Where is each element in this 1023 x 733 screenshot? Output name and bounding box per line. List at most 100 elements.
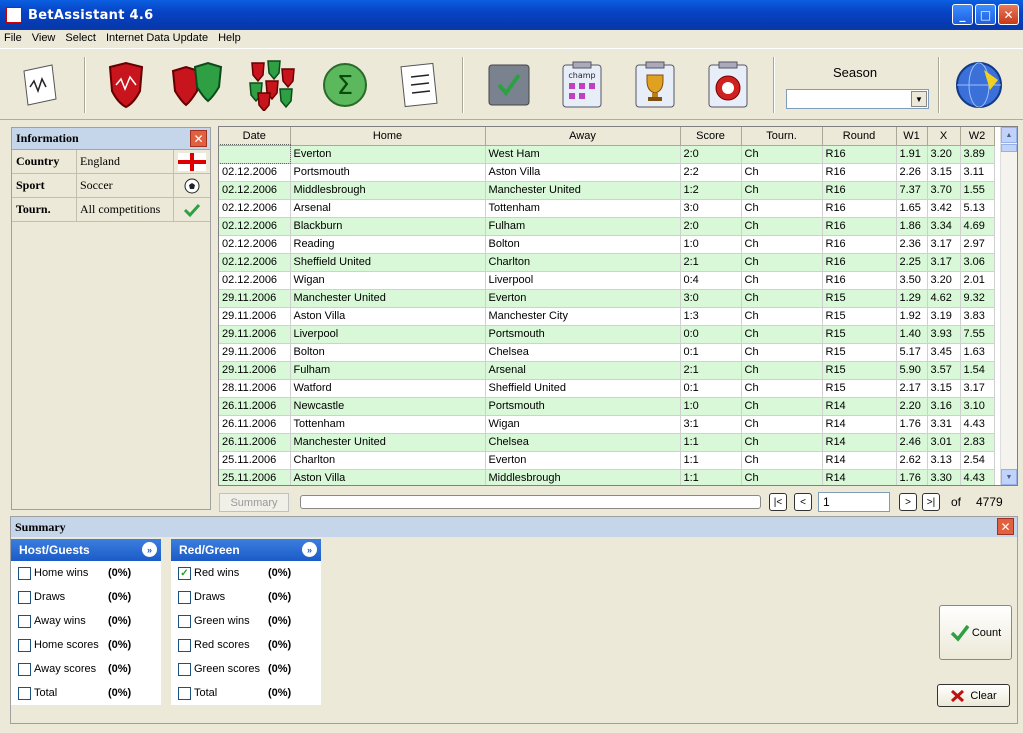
table-row[interactable]: 26.11.2006 Tottenham Wigan 3:1 Ch R14 1.76 3.31… — [219, 415, 995, 434]
checkbox[interactable] — [178, 590, 191, 604]
red-shield-icon[interactable] — [99, 57, 153, 113]
checkbox-row[interactable]: Green scores (0%) — [171, 657, 321, 681]
table-row[interactable]: 26.11.2006 Manchester United Chelsea 1:1 Ch R… — [219, 433, 995, 452]
column-header-home[interactable]: Home — [290, 127, 486, 146]
table-row[interactable]: 29.11.2006 Liverpool Portsmouth 0:0 Ch R15 1.4… — [219, 325, 995, 344]
checkbox[interactable] — [18, 662, 31, 676]
column-header-w2[interactable]: W2 — [960, 127, 995, 146]
close-button[interactable]: ✕ — [998, 4, 1019, 25]
multi-shields-icon[interactable] — [245, 57, 299, 113]
chart-sheet-icon[interactable] — [12, 57, 66, 113]
checkbox-row[interactable]: Total (0%) — [171, 681, 321, 705]
checkbox-row[interactable]: Away wins (0%) — [11, 609, 161, 633]
scroll-thumb[interactable] — [1001, 144, 1017, 152]
table-cell-tourn: Ch — [741, 307, 823, 326]
checkbox-row[interactable]: Home wins (0%) — [11, 561, 161, 585]
table-cell-x: 3.19 — [927, 307, 961, 326]
globe-icon[interactable] — [952, 57, 1006, 113]
last-page-button[interactable]: >| — [922, 493, 940, 511]
table-row[interactable]: 26.11.2006 Newcastle Portsmouth 1:0 Ch R14 2.2… — [219, 397, 995, 416]
table-row[interactable]: 29.11.2006 Fulham Arsenal 2:1 Ch R15 5.90 3.57 1… — [219, 361, 995, 380]
uefa-icon[interactable] — [701, 57, 755, 113]
scroll-up-icon[interactable]: ▲ — [1001, 127, 1017, 143]
scroll-down-icon[interactable]: ▼ — [1001, 469, 1017, 485]
close-icon[interactable]: ✕ — [190, 130, 207, 147]
table-row[interactable]: 02.12.2006 Arsenal Tottenham 3:0 Ch R16 1.65 3.… — [219, 199, 995, 218]
menu-internet-data-update[interactable]: Internet Data Update — [106, 32, 208, 44]
expand-icon[interactable]: » — [302, 542, 317, 557]
championship-icon[interactable]: champ — [555, 57, 609, 113]
table-row[interactable]: 02.12.2006 Portsmouth Aston Villa 2:2 Ch R16 2… — [219, 163, 995, 182]
table-row[interactable]: 02.12.2006 Middlesbrough Manchester United… — [219, 181, 995, 200]
info-row-sport[interactable]: Sport Soccer — [12, 174, 210, 198]
prev-page-button[interactable]: < — [794, 493, 812, 511]
table-cell-date: 29.11.2006 — [219, 289, 291, 308]
season-dropdown[interactable]: ▼ — [786, 89, 929, 109]
table-row[interactable]: 29.11.2006 Manchester United Everton 3:0 Ch R… — [219, 289, 995, 308]
checkbox[interactable] — [18, 590, 31, 604]
checkbox-row[interactable]: Home scores (0%) — [11, 633, 161, 657]
column-header-tourn[interactable]: Tourn. — [741, 127, 823, 146]
table-cell-away: Tottenham — [485, 199, 681, 218]
column-header-w1[interactable]: W1 — [896, 127, 928, 146]
column-header-x[interactable]: X — [927, 127, 961, 146]
close-icon[interactable]: ✕ — [997, 518, 1014, 535]
vertical-scrollbar[interactable]: ▲ ▼ — [1000, 127, 1017, 485]
checkbox[interactable] — [18, 614, 31, 628]
table-cell-date: 26.11.2006 — [219, 433, 291, 452]
table-row[interactable]: 02.12.2006 Sheffield United Charlton 2:1 Ch R… — [219, 253, 995, 272]
checkbox-row[interactable]: Draws (0%) — [171, 585, 321, 609]
next-page-button[interactable]: > — [899, 493, 917, 511]
chevron-down-icon[interactable]: ▼ — [911, 91, 927, 107]
column-header-score[interactable]: Score — [680, 127, 742, 146]
checkbox-row[interactable]: Green wins (0%) — [171, 609, 321, 633]
checkbox[interactable] — [178, 614, 191, 628]
checkbox[interactable] — [18, 686, 31, 700]
table-row[interactable]: 29.11.2006 Aston Villa Manchester City 1:3 C… — [219, 307, 995, 326]
sigma-icon[interactable]: Σ — [318, 57, 372, 113]
red-green-shields-icon[interactable] — [170, 57, 224, 113]
count-button[interactable]: Count — [939, 605, 1012, 660]
checkbox-row[interactable]: Red scores (0%) — [171, 633, 321, 657]
checkbox-row[interactable]: Total (0%) — [11, 681, 161, 705]
checkmark-icon[interactable] — [482, 57, 536, 113]
numbered-list-icon[interactable] — [392, 57, 446, 113]
column-header-round[interactable]: Round — [822, 127, 897, 146]
checkbox[interactable] — [178, 662, 191, 676]
page-input[interactable]: 1 — [818, 492, 890, 512]
checkbox-row[interactable]: ✓ Red wins (0%) — [171, 561, 321, 585]
expand-icon[interactable]: » — [142, 542, 157, 557]
menu-help[interactable]: Help — [218, 32, 241, 44]
checkbox-row[interactable]: Away scores (0%) — [11, 657, 161, 681]
table-cell-w2: 5.13 — [960, 199, 995, 218]
menu-select[interactable]: Select — [65, 32, 96, 44]
minimize-button[interactable]: _ — [952, 4, 973, 25]
menu-view[interactable]: View — [32, 32, 56, 44]
table-row[interactable]: 28.11.2006 Watford Sheffield United 0:1 Ch R1… — [219, 379, 995, 398]
table-row[interactable]: 02.12.2006 Wigan Liverpool 0:4 Ch R16 3.50 3.20… — [219, 271, 995, 290]
table-row[interactable]: Everton West Ham 2:0 Ch R16 1.91 3.20 3.89 — [219, 144, 995, 164]
checkbox[interactable] — [178, 686, 191, 700]
table-row[interactable]: 25.11.2006 Aston Villa Middlesbrough 1:1 Ch R… — [219, 469, 995, 485]
trophy-icon[interactable] — [628, 57, 682, 113]
checkbox[interactable] — [178, 638, 191, 652]
info-row-tournament[interactable]: Tourn. All competitions — [12, 198, 210, 222]
column-header-away[interactable]: Away — [485, 127, 681, 146]
checkbox[interactable] — [18, 566, 31, 580]
checkbox[interactable] — [18, 638, 31, 652]
table-row[interactable]: 29.11.2006 Bolton Chelsea 0:1 Ch R15 5.17 3.45 1… — [219, 343, 995, 362]
checkbox-row[interactable]: Draws (0%) — [11, 585, 161, 609]
clear-button[interactable]: Clear — [937, 684, 1010, 707]
maximize-button[interactable]: □ — [975, 4, 996, 25]
checkbox[interactable]: ✓ — [178, 566, 191, 580]
first-page-button[interactable]: |< — [769, 493, 787, 511]
table-row[interactable]: 25.11.2006 Charlton Everton 1:1 Ch R14 2.62 3.1… — [219, 451, 995, 470]
table-row[interactable]: 02.12.2006 Reading Bolton 1:0 Ch R16 2.36 3.17 2… — [219, 235, 995, 254]
table-row[interactable]: 02.12.2006 Blackburn Fulham 2:0 Ch R16 1.86 3.3… — [219, 217, 995, 236]
column-header-date[interactable]: Date — [219, 127, 291, 146]
table-cell-home: Wigan — [290, 271, 486, 290]
summary-button[interactable]: Summary — [219, 493, 289, 512]
summary-panel: Summary ✕ Host/Guests » Home wins (0%) Dra… — [10, 516, 1018, 724]
info-row-country[interactable]: Country England — [12, 150, 210, 174]
menu-file[interactable]: File — [4, 32, 22, 44]
